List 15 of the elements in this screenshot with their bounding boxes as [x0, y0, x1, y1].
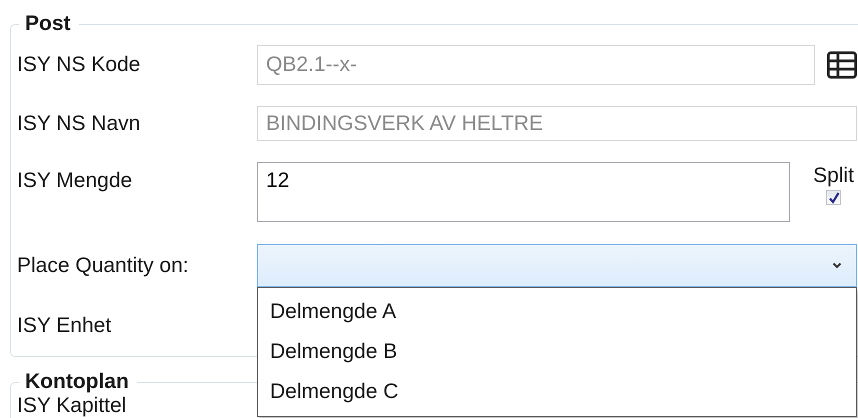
group-title: Post	[24, 13, 72, 35]
field-label: ISY Enhet	[17, 315, 112, 337]
field-label: Place Quantity on:	[17, 254, 189, 276]
text-area[interactable]: 12	[257, 162, 790, 222]
field-label: ISY Kapittel	[17, 395, 126, 417]
chevron-down-icon	[832, 262, 842, 269]
group-title: Kontoplan	[24, 371, 130, 393]
field-label: ISY Mengde	[17, 168, 132, 192]
checkbox[interactable]	[826, 190, 841, 205]
dropdown-option[interactable]: Delmengde B	[258, 332, 410, 372]
checkbox-label: Split	[813, 166, 854, 186]
dropdown-option[interactable]: Delmengde A	[258, 292, 408, 332]
dropdown-option[interactable]: Delmengde C	[258, 372, 410, 412]
field-label: ISY NS Kode	[17, 54, 140, 76]
field-label: ISY NS Navn	[17, 112, 140, 134]
